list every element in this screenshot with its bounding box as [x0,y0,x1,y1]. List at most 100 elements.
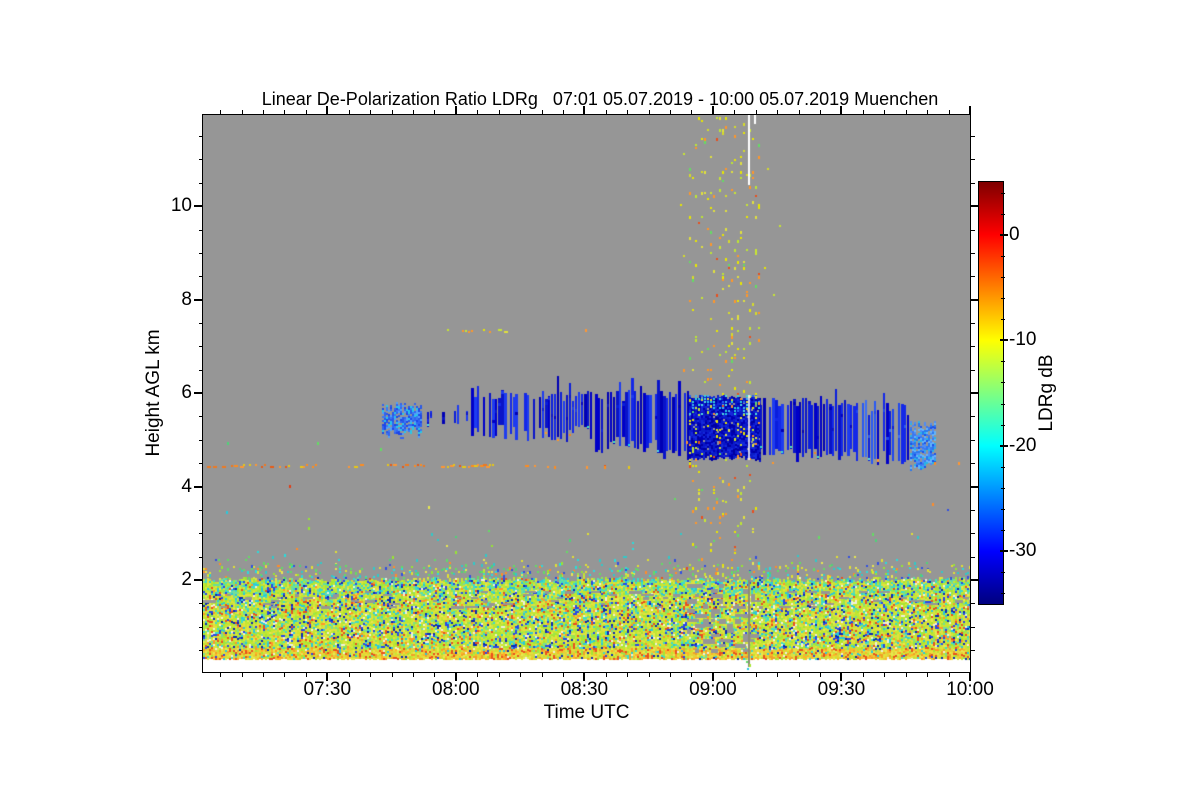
colorbar-label: LDRg dB [1036,354,1057,432]
x-minor-tick-top [434,110,436,114]
x-minor-tick [220,673,222,677]
x-minor-tick [498,673,500,677]
x-minor-tick [627,673,629,677]
x-minor-tick-top [927,110,929,114]
x-minor-tick-top [820,110,822,114]
x-minor-tick [884,673,886,677]
x-minor-tick-top [777,110,779,114]
x-minor-tick [798,673,800,677]
y-minor-tick [199,252,203,254]
x-minor-tick [862,673,864,677]
x-major-tick-top [326,106,329,114]
x-minor-tick [541,673,543,677]
y-major-tick-right [971,392,979,395]
y-minor-tick [199,603,203,605]
x-minor-tick [648,673,650,677]
y-major-tick-right [971,579,979,582]
y-minor-tick-right [971,252,975,254]
colorbar-major-tick [1000,339,1008,342]
x-tick-label: 09:30 [817,679,866,700]
y-major-tick [194,392,202,395]
x-minor-tick [262,673,264,677]
x-minor-tick [820,673,822,677]
x-minor-tick-top [348,110,350,114]
y-major-tick-right [971,485,979,488]
colorbar-minor-tick [1001,593,1005,595]
y-minor-tick-right [971,439,975,441]
y-minor-tick-right [971,509,975,511]
x-tick-label: 08:00 [432,679,480,700]
y-minor-tick-right [971,369,975,371]
colorbar-minor-tick [1001,382,1005,384]
x-minor-tick [734,673,736,677]
x-major-tick-top [969,106,971,114]
x-minor-tick [370,673,372,677]
y-minor-tick-right [971,626,975,628]
x-minor-tick-top [734,110,736,114]
y-major-tick [194,298,202,301]
x-major-tick-top [840,106,843,114]
y-minor-tick [199,416,203,418]
x-minor-tick-top [498,110,500,114]
x-minor-tick [605,673,607,677]
x-minor-tick-top [370,110,372,114]
y-major-tick [194,485,202,488]
y-minor-tick [199,159,203,161]
y-minor-tick-right [971,556,975,558]
x-minor-tick [434,673,436,677]
x-minor-tick [562,673,564,677]
y-minor-tick-right [971,182,975,184]
colorbar-minor-tick [1001,487,1005,489]
x-minor-tick-top [241,110,243,114]
colorbar-tick-label: 0 [1009,223,1020,245]
x-major-tick-top [454,106,457,114]
y-minor-tick [199,369,203,371]
x-minor-tick [670,673,672,677]
plot-title: Linear De-Polarization Ratio LDRg 07:01 … [261,89,939,109]
x-tick-label: 10:00 [946,679,994,700]
y-minor-tick [199,463,203,465]
y-minor-tick [199,229,203,231]
y-tick-label: 4 [181,475,192,497]
x-minor-tick [241,673,243,677]
x-minor-tick [348,673,350,677]
x-minor-tick [755,673,757,677]
colorbar-minor-tick [1001,192,1005,194]
figure: Linear De-Polarization Ratio LDRg 07:01 … [0,0,1200,800]
colorbar-major-tick [1000,444,1008,447]
y-minor-tick-right [971,416,975,418]
y-major-tick [194,579,202,582]
y-minor-tick [199,439,203,441]
y-minor-tick [199,136,203,138]
x-major-tick-top [711,106,714,114]
y-minor-tick [199,346,203,348]
y-minor-tick-right [971,603,975,605]
x-minor-tick [691,673,693,677]
colorbar-tick-label: -20 [1009,434,1037,456]
y-minor-tick-right [971,533,975,535]
x-minor-tick [477,673,479,677]
y-tick-label: 8 [181,288,192,310]
x-tick-label: 07:30 [303,679,352,700]
x-major-tick-top [583,106,586,114]
colorbar-minor-tick [1001,424,1005,426]
y-major-tick [194,205,202,208]
heatmap-canvas [203,115,970,672]
colorbar-gradient [979,182,1003,604]
y-minor-tick-right [971,463,975,465]
y-tick-label: 2 [181,569,192,591]
y-minor-tick-right [971,159,975,161]
x-minor-tick-top [627,110,629,114]
x-tick-label: 09:00 [689,679,737,700]
x-minor-tick [305,673,307,677]
y-minor-tick-right [971,136,975,138]
x-minor-tick-top [391,110,393,114]
colorbar-minor-tick [1001,255,1005,257]
colorbar-minor-tick [1001,572,1005,574]
x-minor-tick-top [798,110,800,114]
y-minor-tick [199,322,203,324]
y-minor-tick [199,276,203,278]
x-minor-tick-top [305,110,307,114]
x-minor-tick-top [412,110,414,114]
y-minor-tick-right [971,322,975,324]
